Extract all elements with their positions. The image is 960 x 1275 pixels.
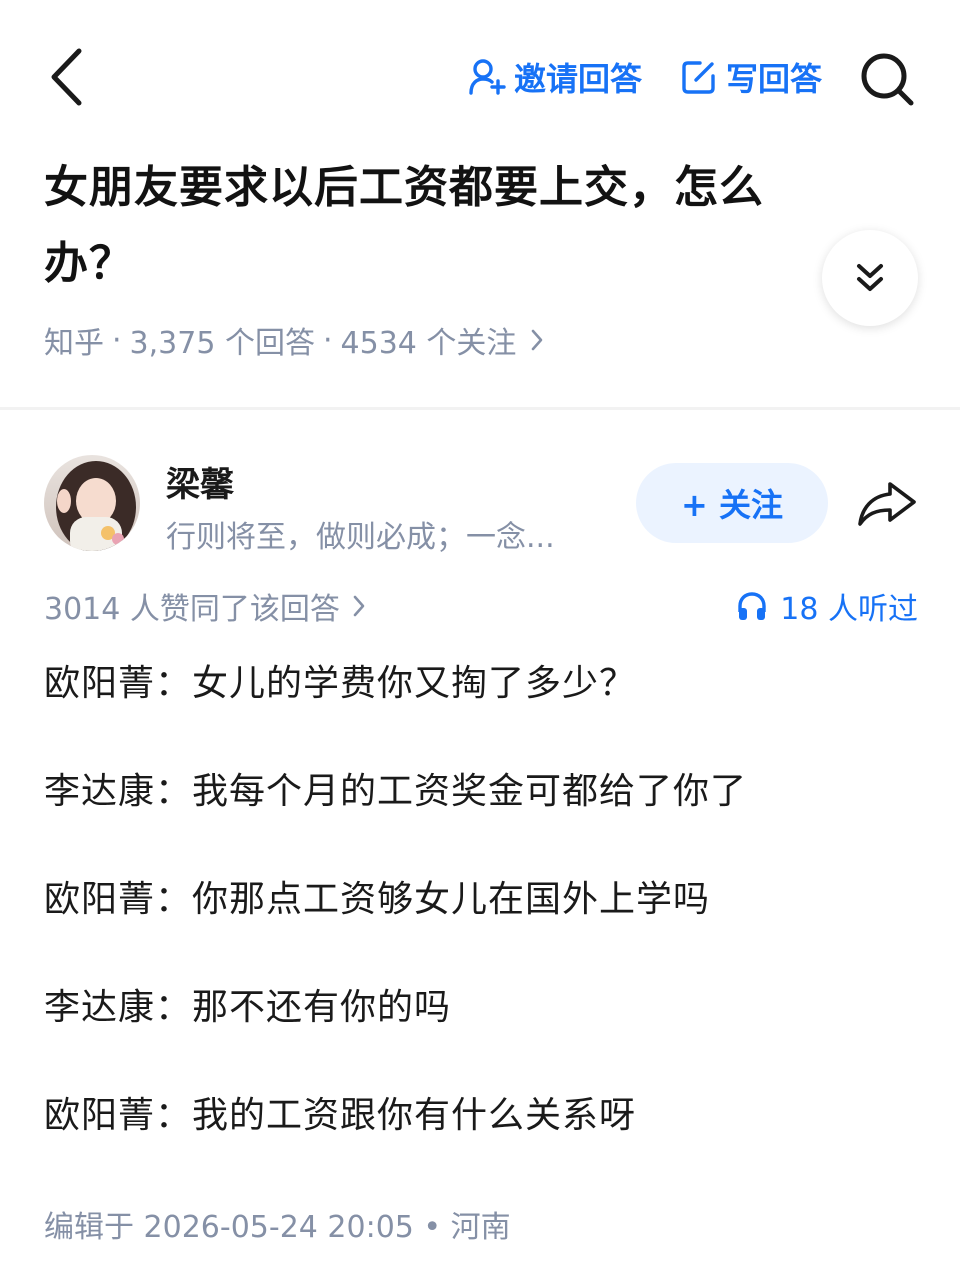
answer-count: 3,375 个回答 xyxy=(129,326,315,361)
invite-answer-button[interactable]: 邀请回答 xyxy=(468,52,642,102)
chevron-right-icon xyxy=(353,595,365,617)
share-button[interactable] xyxy=(852,474,922,534)
expand-question-button[interactable] xyxy=(822,230,918,326)
vote-count: 3014 人赞同了该回答 xyxy=(44,592,340,627)
author-name[interactable]: 梁馨 xyxy=(166,457,234,506)
headphones-icon xyxy=(738,592,766,620)
search-button[interactable] xyxy=(856,48,918,110)
answer-content: 欧阳菁：女儿的学费你又掏了多少？ 李达康：我每个月的工资奖金可都给了你了 欧阳菁… xyxy=(44,650,924,1190)
invite-answer-label: 邀请回答 xyxy=(514,60,643,98)
avatar[interactable] xyxy=(44,455,140,551)
answer-line: 欧阳菁：你那点工资够女儿在国外上学吗 xyxy=(44,879,711,920)
listen-count: 18 人听过 xyxy=(780,592,918,627)
answer-line: 李达康：那不还有你的吗 xyxy=(44,987,452,1028)
chevron-right-icon xyxy=(532,329,543,351)
meta-separator: · xyxy=(112,322,122,358)
listen-info[interactable]: 18 人听过 xyxy=(736,584,918,628)
answer-line: 李达康：我每个月的工资奖金可都给了你了 xyxy=(44,771,748,812)
answer-line: 欧阳菁：我的工资跟你有什么关系呀 xyxy=(44,1095,637,1136)
search-icon xyxy=(861,53,914,106)
question-meta[interactable]: 知乎 · 3,375 个回答 · 4534 个关注 xyxy=(44,318,544,362)
answer-line: 欧阳菁：女儿的学费你又掏了多少？ xyxy=(44,663,637,704)
avatar-image xyxy=(44,455,140,551)
chevron-left-icon xyxy=(51,48,82,106)
meta-separator: · xyxy=(322,322,333,358)
question-source: 知乎 xyxy=(44,326,104,361)
write-answer-button[interactable]: 写回答 xyxy=(680,52,822,102)
follower-count: 4534 个关注 xyxy=(340,326,517,361)
section-divider xyxy=(0,407,960,410)
back-button[interactable] xyxy=(36,42,96,112)
double-chevron-down-icon xyxy=(857,264,883,291)
share-arrow-icon xyxy=(858,482,916,526)
vote-info[interactable]: 3014 人赞同了该回答 xyxy=(44,584,366,628)
top-bar: 邀请回答 写回答 xyxy=(0,0,960,150)
write-answer-label: 写回答 xyxy=(726,60,823,98)
follow-button[interactable]: + 关注 xyxy=(636,463,828,543)
question-title[interactable]: 女朋友要求以后工资都要上交，怎么办？ xyxy=(44,150,844,302)
edit-icon xyxy=(682,61,715,94)
person-add-icon xyxy=(469,59,506,95)
edit-info: 编辑于 2026-05-24 20:05 • 河南 xyxy=(44,1210,511,1245)
author-bio: 行则将至，做则必成；一念... xyxy=(166,520,555,555)
